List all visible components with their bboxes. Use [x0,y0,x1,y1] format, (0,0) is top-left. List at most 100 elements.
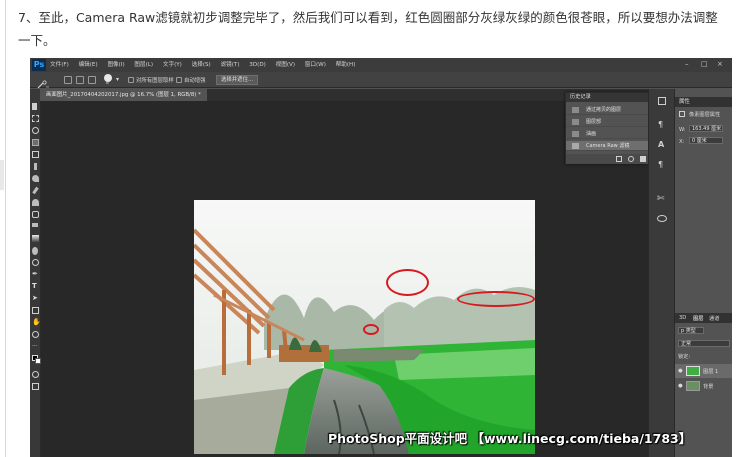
blur-tool-icon[interactable] [32,247,38,255]
history-panel-icon[interactable] [658,97,666,105]
history-step-icon [572,131,579,137]
gradient-tool-icon[interactable] [32,235,39,242]
add-to-selection-icon[interactable] [76,76,84,84]
tab-channels[interactable]: 通道 [709,315,719,322]
x-label: X: [679,139,685,145]
path-selection-tool-icon[interactable]: ➤ [32,295,39,302]
tool-presets-icon[interactable]: ✄ [657,195,665,204]
close-button[interactable]: × [717,60,723,68]
menu-filter[interactable]: 滤镜(T) [221,62,240,68]
menu-edit[interactable]: 编辑(E) [79,62,98,68]
menu-help[interactable]: 帮助(H) [336,62,356,68]
history-step-icon [572,143,579,149]
history-brush-tool-icon[interactable] [32,211,39,218]
brush-dropdown-chevron-icon[interactable]: ▾ [116,76,119,83]
annotation-red-circle-2 [363,324,379,335]
tab-layers[interactable]: 图层 [693,315,703,322]
menu-items: 文件(F) 编辑(E) 图像(I) 图层(L) 文字(Y) 选择(S) 滤镜(T… [50,60,363,68]
content-left-border [5,0,6,457]
marquee-tool-icon[interactable] [32,115,39,122]
content-left-marker [0,160,4,190]
menu-layer[interactable]: 图层(L) [134,62,153,68]
layer-name: 图层 1 [703,369,719,375]
brush-tool-icon[interactable] [32,186,39,195]
right-panels: 属性 像素图层属性 W: 163.49 厘米 X: 0 厘米 3D 图层 通道 … [674,89,732,457]
lock-label: 锁定: [678,354,691,360]
paragraph-panel-icon[interactable]: ¶ [658,121,663,129]
history-step-icon [572,119,579,125]
eyedropper-tool-icon[interactable] [34,163,37,170]
layer-row-selected[interactable]: ● 图层 1 [675,364,732,378]
layer-name: 背景 [703,384,714,390]
sample-all-layers-checkbox[interactable] [128,77,134,83]
annotation-red-circle-1 [386,269,429,296]
width-field[interactable]: 163.49 厘米 [689,125,723,132]
maximize-button[interactable]: □ [701,60,708,68]
new-selection-icon[interactable] [64,76,72,84]
panel-icon-strip: ¶ A ¶ ✄ [648,89,674,457]
photoshop-window: Ps 文件(F) 编辑(E) 图像(I) 图层(L) 文字(Y) 选择(S) 滤… [30,58,732,457]
menu-view[interactable]: 视图(V) [276,62,295,68]
lasso-tool-icon[interactable] [32,127,39,134]
swatches-icon[interactable] [657,215,667,222]
history-panel: 历史记录 通过拷贝的图层 图层部 油画 Camera Raw 滤镜 [565,92,659,164]
crop-tool-icon[interactable] [32,151,39,158]
more-tools-icon[interactable]: ··· [32,343,39,350]
menu-bar: Ps 文件(F) 编辑(E) 图像(I) 图层(L) 文字(Y) 选择(S) 滤… [30,58,732,72]
history-step-icon [572,107,579,113]
new-snapshot-icon[interactable] [616,156,622,162]
layer-thumbnail [686,366,700,376]
blend-mode-select[interactable]: 正常 [678,340,730,347]
minimize-button[interactable]: – [685,60,689,68]
menu-type[interactable]: 文字(Y) [163,62,182,68]
properties-panel-title: 属性 [675,97,732,107]
paragraph-style-icon[interactable]: ¶ [658,161,663,169]
history-panel-title: 历史记录 [566,93,658,102]
layer-kind-filter[interactable]: p 类型 [678,327,704,334]
zoom-tool-icon[interactable] [32,331,39,338]
brush-size-value: 8 [106,81,109,86]
x-field[interactable]: 0 厘米 [689,137,723,144]
layer-row[interactable]: ● 背景 [675,379,732,393]
eraser-tool-icon[interactable] [32,223,38,227]
rectangle-tool-icon[interactable] [32,307,39,314]
auto-enhance-label: 自动增强 [184,78,206,84]
quick-selection-tool-icon[interactable] [36,75,50,89]
tools-panel: ✒ T ➤ ✋ ··· [30,89,41,457]
move-tool-icon[interactable] [32,103,37,110]
menu-3d[interactable]: 3D(D) [249,62,266,68]
character-panel-icon[interactable]: A [658,141,664,149]
layer-visibility-eye-icon[interactable]: ● [678,368,683,374]
pixel-layer-icon [679,111,685,117]
select-and-mask-button[interactable]: 选择并遮住... [216,75,259,85]
properties-subtitle: 像素图层属性 [689,112,721,118]
quick-selection-tool-active-icon[interactable] [32,139,39,146]
trash-icon[interactable] [640,156,646,162]
layer-thumbnail [686,381,700,391]
document-tab-bar: 画面图片_20170404202017.jpg @ 16.7% (图层 1, R… [40,89,650,101]
dodge-tool-icon[interactable] [32,259,39,266]
clone-stamp-tool-icon[interactable] [32,199,39,206]
subtract-selection-icon[interactable] [88,76,96,84]
layers-tab-bar: 3D 图层 通道 [675,313,732,323]
document-tab[interactable]: 画面图片_20170404202017.jpg @ 16.7% (图层 1, R… [40,89,207,101]
watermark: PhotoShop平面设计吧 【www.linecg.com/tieba/178… [328,431,692,446]
menu-file[interactable]: 文件(F) [50,62,69,68]
type-tool-icon[interactable]: T [32,283,39,290]
screen-mode-icon[interactable] [32,383,39,390]
quick-mask-icon[interactable] [32,371,39,378]
tab-3d[interactable]: 3D [679,315,686,321]
menu-image[interactable]: 图像(I) [107,62,124,68]
step-text: 7、至此，Camera Raw滤镜就初步调整完毕了，然后我们可以看到，红色圆圈部… [18,10,718,48]
hand-tool-icon[interactable]: ✋ [32,319,41,326]
canvas-area[interactable] [41,101,648,457]
pen-tool-icon[interactable]: ✒ [32,271,39,278]
layer-visibility-eye-icon[interactable]: ● [678,383,683,389]
sample-all-layers-label: 对所有图层取样 [136,78,174,84]
menu-select[interactable]: 选择(S) [192,62,211,68]
healing-brush-tool-icon[interactable] [32,175,39,182]
history-panel-footer [566,154,658,164]
auto-enhance-checkbox[interactable] [176,77,182,83]
camera-icon[interactable] [628,156,634,162]
menu-window[interactable]: 窗口(W) [305,62,326,68]
